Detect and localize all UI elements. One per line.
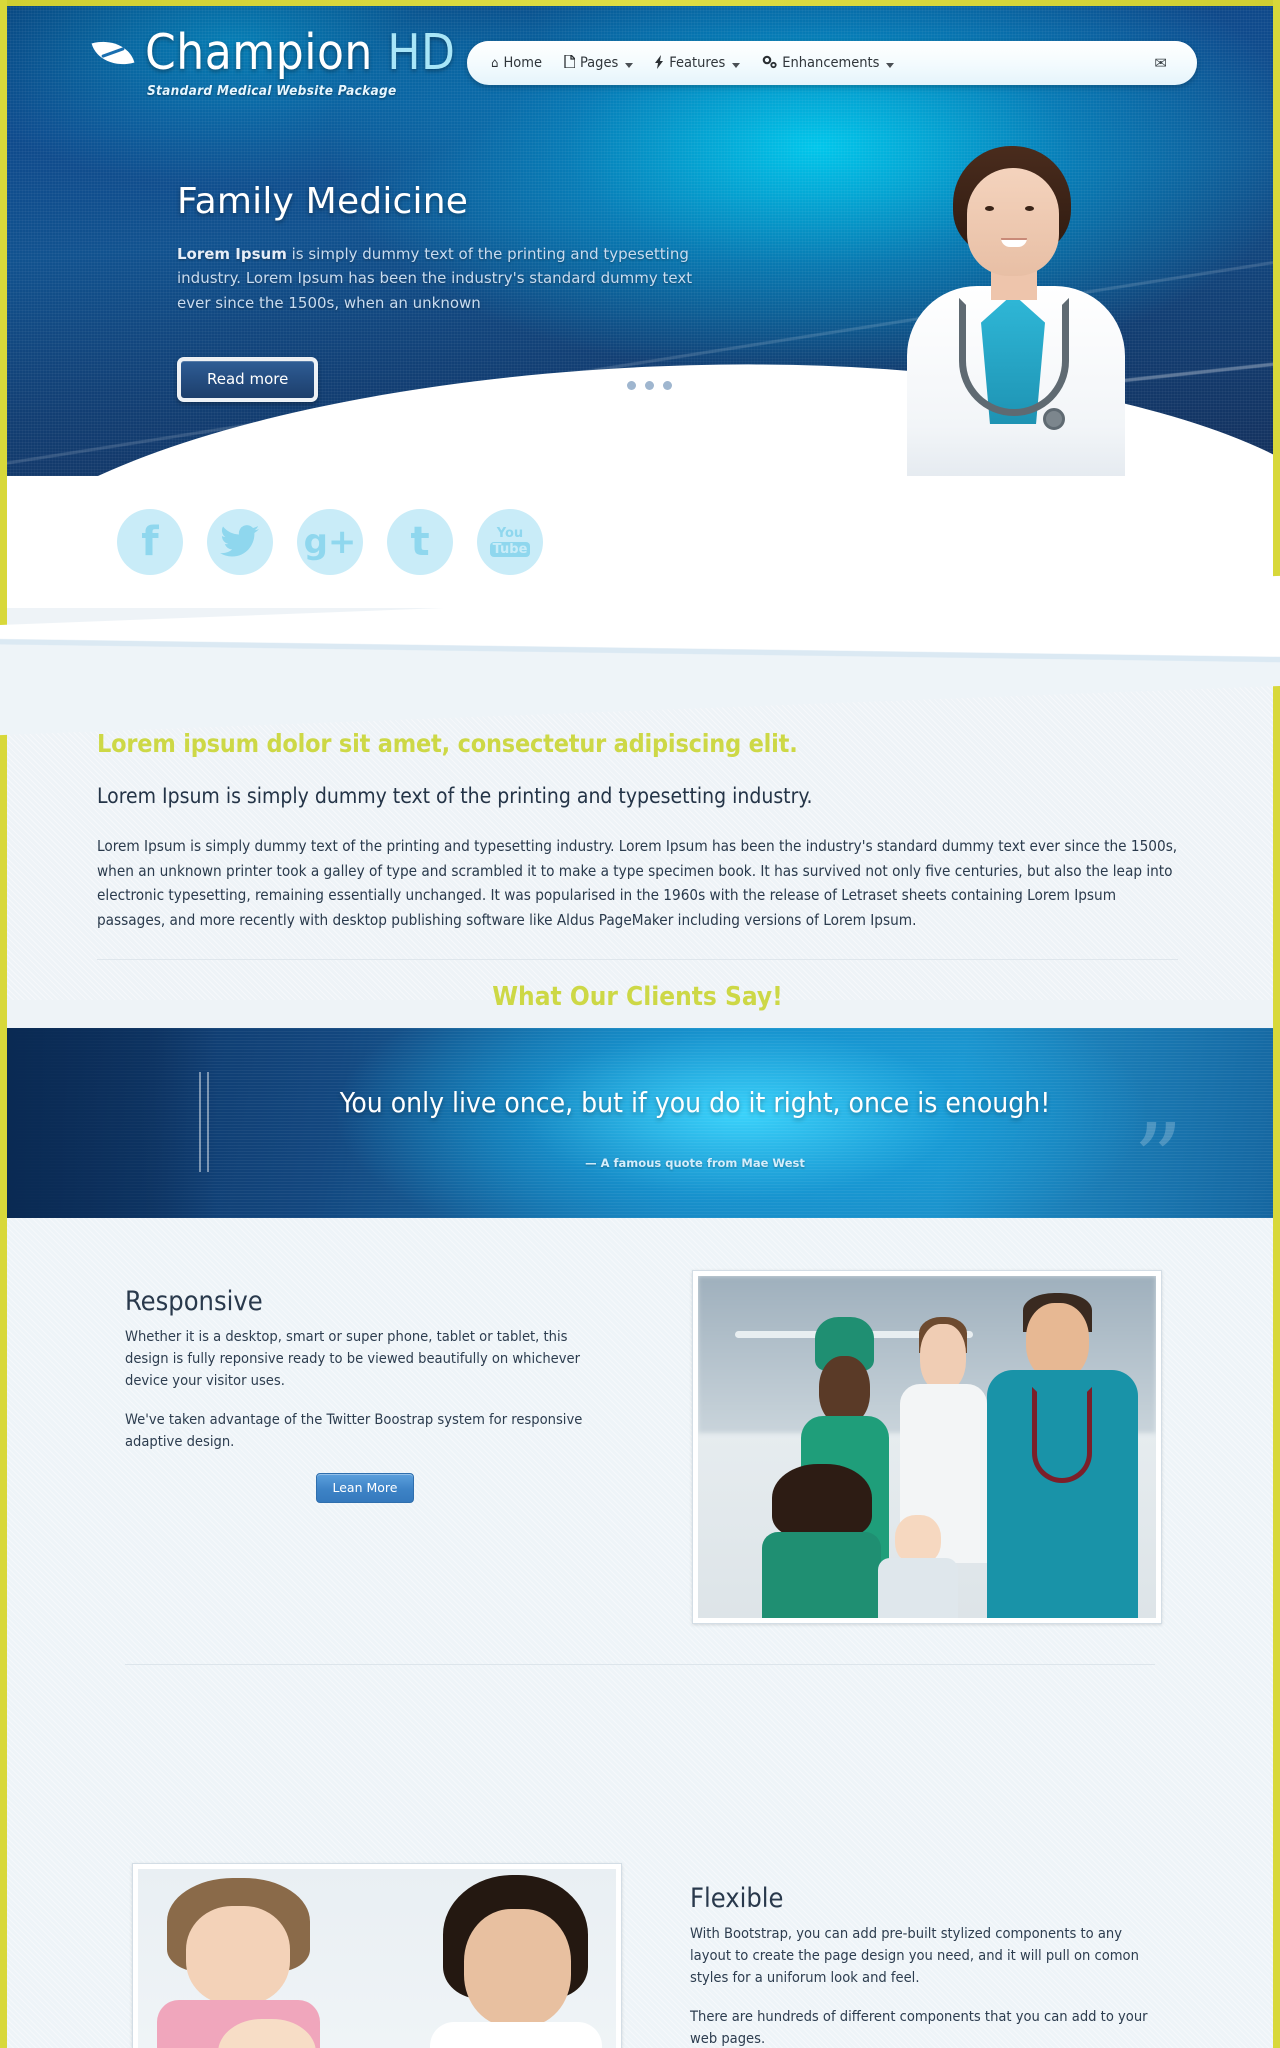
features-section: Responsive Whether it is a desktop, smar…: [7, 1218, 1273, 2048]
hero-slider: Champion HD Standard Medical Website Pac…: [7, 6, 1273, 476]
feature-divider: [125, 1664, 1155, 1665]
tumblr-icon[interactable]: t: [387, 509, 453, 575]
brand-logo[interactable]: Champion HD Standard Medical Website Pac…: [91, 28, 455, 99]
nav-item-pages[interactable]: Pages: [564, 54, 634, 71]
social-links-bar: f g+ t You Tube: [7, 476, 1273, 608]
welcome-divider: [97, 958, 1178, 960]
youtube-glyph-top: You: [496, 525, 524, 541]
feature-paragraph-1: With Bootstrap, you can add pre-built st…: [690, 1925, 1139, 1987]
slider-dot-1[interactable]: [608, 381, 618, 390]
chevron-down-icon: [625, 63, 634, 68]
youtube-icon[interactable]: You Tube: [477, 509, 543, 575]
facebook-glyph: f: [141, 519, 159, 565]
welcome-subtitle: Lorem ipsum dolor sit amet, consectetur …: [97, 729, 798, 758]
hero-description: Lorem Ipsum is simply dummy text of the …: [177, 242, 697, 315]
read-more-button[interactable]: Read more: [177, 356, 319, 402]
feature-paragraph-2: There are hundreds of different componen…: [690, 2007, 1148, 2047]
testimonial-author: — A famous quote from Mae West: [585, 1156, 805, 1170]
learn-more-button-responsive[interactable]: Lean More: [315, 1472, 415, 1503]
feature-text-responsive: Responsive Whether it is a desktop, smar…: [125, 1286, 595, 1503]
nav-item-enhancements[interactable]: Enhancements: [762, 55, 895, 72]
brand-name-main: Champion: [145, 24, 373, 81]
file-icon: [564, 54, 576, 71]
home-icon: ⌂: [491, 55, 499, 71]
chevron-down-icon: [732, 63, 741, 68]
slider-dot-2[interactable]: [626, 381, 636, 390]
feature-paragraph-1: Whether it is a desktop, smart or super …: [125, 1328, 580, 1390]
lightning-icon: [655, 54, 664, 72]
slider-dots: [7, 381, 1273, 390]
gears-icon: [762, 55, 777, 72]
testimonial-band: You only live once, but if you do it rig…: [7, 1028, 1273, 1218]
nav-item-features[interactable]: Features: [655, 54, 741, 72]
feature-row-flexible: Flexible With Bootstrap, you can add pre…: [7, 1708, 1273, 2048]
feature-image-flexible: ttiancollege.com: [132, 1863, 622, 2048]
clients-heading: What Our Clients Say!: [492, 981, 783, 1012]
feature-title-responsive: Responsive: [125, 1286, 263, 1317]
chevron-down-icon: [886, 63, 895, 68]
youtube-glyph-bottom: Tube: [489, 541, 531, 558]
testimonial-quote: You only live once, but if you do it rig…: [339, 1086, 1051, 1119]
feature-paragraph-2: We've taken advantage of the Twitter Boo…: [125, 1410, 583, 1450]
nav-label-enhancements: Enhancements: [782, 55, 880, 71]
googleplus-glyph: g+: [303, 522, 357, 562]
nav-label-features: Features: [669, 55, 726, 71]
twitter-icon[interactable]: [207, 509, 273, 575]
feature-title-flexible: Flexible: [690, 1883, 784, 1914]
nav-item-home[interactable]: ⌂ Home: [491, 55, 542, 71]
page-root: Champion HD Standard Medical Website Pac…: [0, 0, 1280, 2048]
hero-doctor-image: [893, 146, 1143, 476]
googleplus-icon[interactable]: g+: [297, 509, 363, 575]
hero-title: Family Medicine: [177, 181, 469, 222]
nav-label-home: Home: [503, 55, 542, 71]
quote-mark-icon: ”: [1132, 1104, 1183, 1218]
brand-tagline: Standard Medical Website Package: [147, 83, 397, 99]
hero-description-bold: Lorem Ipsum: [177, 245, 287, 263]
top-accent-stripe: [7, 0, 1273, 6]
slider-dot-4[interactable]: [662, 381, 672, 390]
testimonial-accent-bars: [199, 1072, 209, 1172]
envelope-icon: ✉: [1154, 54, 1167, 72]
facebook-icon[interactable]: f: [117, 509, 183, 575]
leaf-icon: [91, 33, 135, 72]
slider-dot-3[interactable]: [644, 381, 654, 390]
brand-name-light: HD: [387, 24, 456, 81]
brand-name: Champion HD: [145, 28, 455, 77]
nav-mail-menu[interactable]: ✉: [1154, 54, 1171, 72]
nav-label-pages: Pages: [579, 55, 619, 71]
welcome-body: Lorem Ipsum is simply dummy text of the …: [97, 837, 1178, 929]
hero-copy: Family Medicine Lorem Ipsum is simply du…: [177, 181, 697, 402]
tumblr-glyph: t: [410, 519, 430, 565]
welcome-lead: Lorem Ipsum is simply dummy text of the …: [97, 784, 813, 808]
feature-text-flexible: Flexible With Bootstrap, you can add pre…: [690, 1883, 1160, 2048]
main-navigation: ⌂ Home Pages Features Enhancements ✉: [467, 41, 1197, 85]
feature-row-responsive: Responsive Whether it is a desktop, smar…: [7, 1270, 1273, 1668]
testimonial-left-shade: [7, 1028, 217, 1218]
feature-image-responsive: [692, 1270, 1162, 1624]
